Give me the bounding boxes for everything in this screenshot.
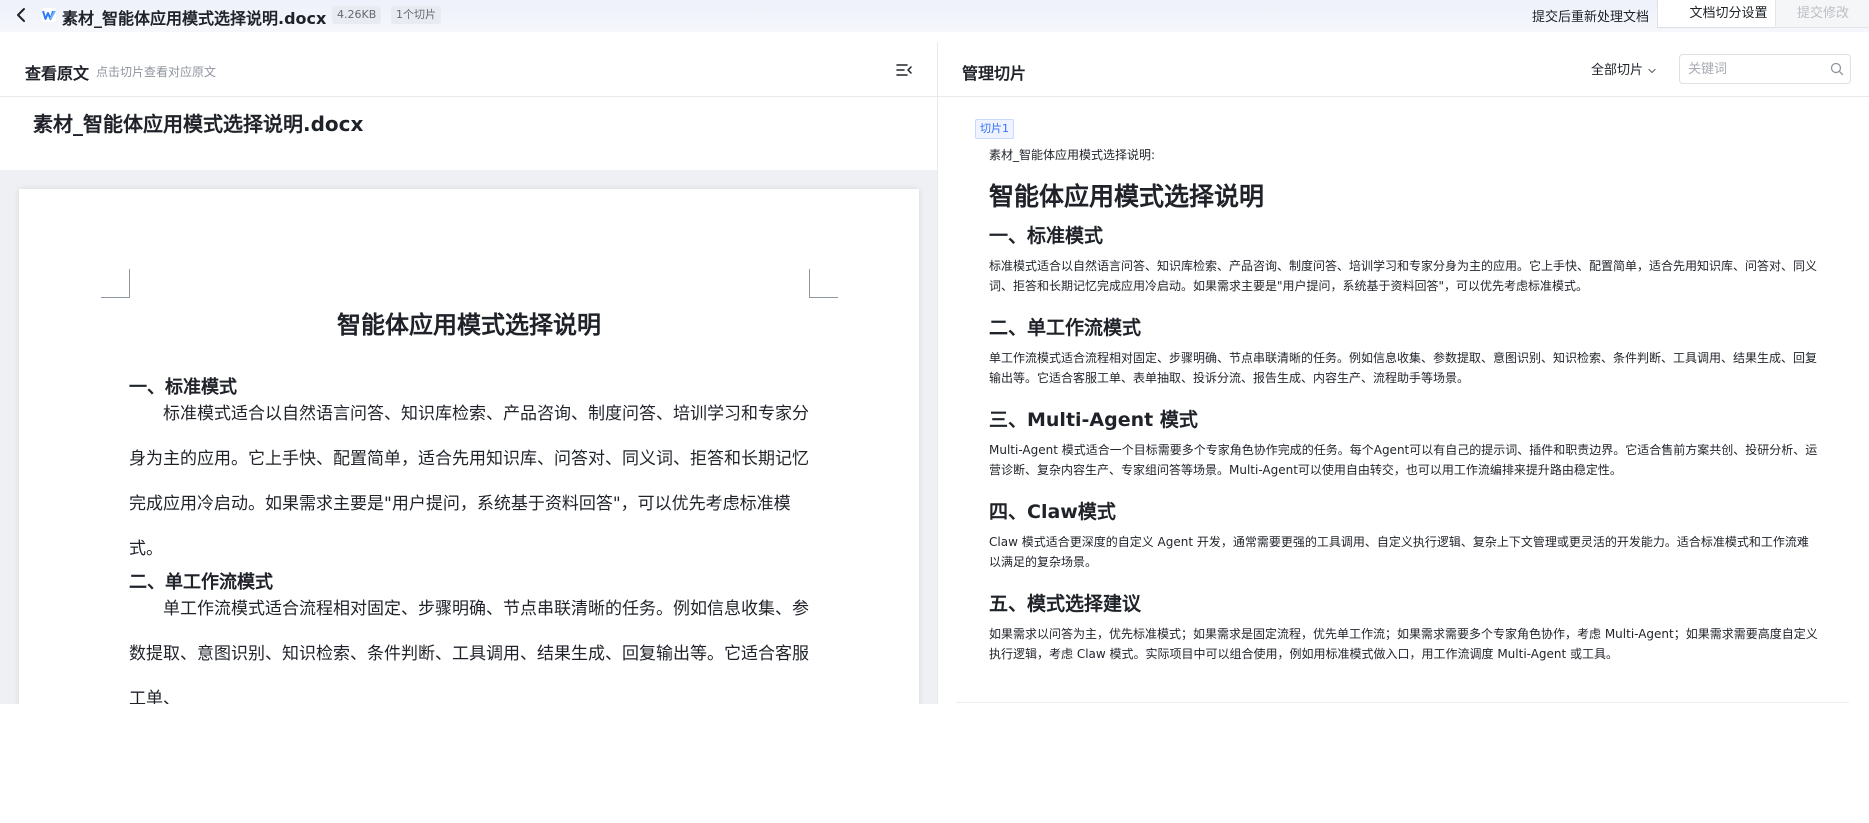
word-file-icon	[42, 8, 56, 22]
back-arrow-icon[interactable]	[14, 5, 30, 25]
chunk-lead-line: 素材_智能体应用模式选择说明:	[989, 148, 1156, 162]
search-icon[interactable]	[1830, 62, 1844, 76]
left-pane-hint: 点击切片查看对应原文	[96, 65, 217, 79]
chunk-paragraph: 如果需求以问答为主，优先标准模式；如果需求是固定流程，优先单工作流；如果需求需要…	[989, 627, 1818, 661]
keyword-search-input[interactable]	[1688, 55, 1818, 83]
file-name: 素材_智能体应用模式选择说明.docx	[62, 9, 327, 28]
chunk-list-divider	[956, 702, 1849, 703]
document-title: 素材_智能体应用模式选择说明.docx	[33, 112, 364, 136]
left-pane-header: 查看原文 点击切片查看对应原文	[0, 42, 938, 97]
original-document-pane: 查看原文 点击切片查看对应原文 素材_智能体应用模式选择说明.docx 智能体应…	[0, 42, 938, 704]
chevron-down-icon	[1648, 68, 1656, 73]
chunk-paragraph: 标准模式适合以自然语言问答、知识库检索、产品咨询、制度问答、培训学习和专家分身为…	[989, 259, 1818, 293]
outline-toggle-icon[interactable]	[896, 62, 912, 78]
crop-mark-top-left	[101, 269, 130, 298]
reprocess-after-submit-button[interactable]: 提交后重新处理文档	[1532, 6, 1649, 25]
left-pane-title: 查看原文	[25, 64, 90, 83]
chunk-badge: 切片1	[975, 119, 1014, 139]
keyword-search-box	[1679, 54, 1851, 84]
right-pane-header: 管理切片 全部切片	[938, 42, 1869, 97]
chunk-paragraph: 单工作流模式适合流程相对固定、步骤明确、节点串联清晰的任务。例如信息收集、参数提…	[989, 351, 1818, 385]
chunk-section-heading: 一、标准模式	[989, 225, 1104, 247]
chunk-filter-label: 全部切片	[1591, 63, 1644, 78]
chunk-management-pane: 管理切片 全部切片 切片1 素材_智能体应用模式选择说明: 智能体应用模式选择说…	[938, 42, 1869, 704]
chunk-section-heading: 五、模式选择建议	[989, 593, 1142, 615]
page-paragraph: 单工作流模式适合流程相对固定、步骤明确、节点串联清晰的任务。例如信息收集、参数提…	[129, 599, 809, 704]
chunk-count-tag: 1个切片	[391, 6, 441, 24]
submit-changes-button[interactable]: 提交修改	[1775, 0, 1869, 28]
top-bar: 素材_智能体应用模式选择说明.docx 4.26KB 1个切片 提交后重新处理文…	[0, 0, 1869, 32]
chunk-section-heading: 二、单工作流模式	[989, 317, 1142, 339]
chunk-section-heading: 三、Multi-Agent 模式	[989, 409, 1198, 431]
right-pane-title: 管理切片	[962, 64, 1027, 83]
page-paragraph: 标准模式适合以自然语言问答、知识库检索、产品咨询、制度问答、培训学习和专家分身为…	[129, 404, 809, 559]
chunk-heading: 智能体应用模式选择说明	[989, 182, 1265, 211]
chunk-paragraph: Multi-Agent 模式适合一个目标需要多个专家角色协作完成的任务。每个Ag…	[989, 443, 1818, 477]
chunk-filter-select[interactable]: 全部切片	[1591, 59, 1657, 78]
file-size-tag: 4.26KB	[332, 6, 382, 24]
document-preview-area[interactable]: 智能体应用模式选择说明 一、标准模式 标准模式适合以自然语言问答、知识库检索、产…	[0, 170, 937, 704]
chunk-paragraph: Claw 模式适合更深度的自定义 Agent 开发，通常需要更强的工具调用、自定…	[989, 535, 1809, 569]
crop-mark-top-right	[809, 269, 838, 298]
chunk-section-heading: 四、Claw模式	[989, 501, 1116, 523]
page-heading: 智能体应用模式选择说明	[337, 310, 601, 339]
document-page: 智能体应用模式选择说明 一、标准模式 标准模式适合以自然语言问答、知识库检索、产…	[19, 189, 919, 704]
